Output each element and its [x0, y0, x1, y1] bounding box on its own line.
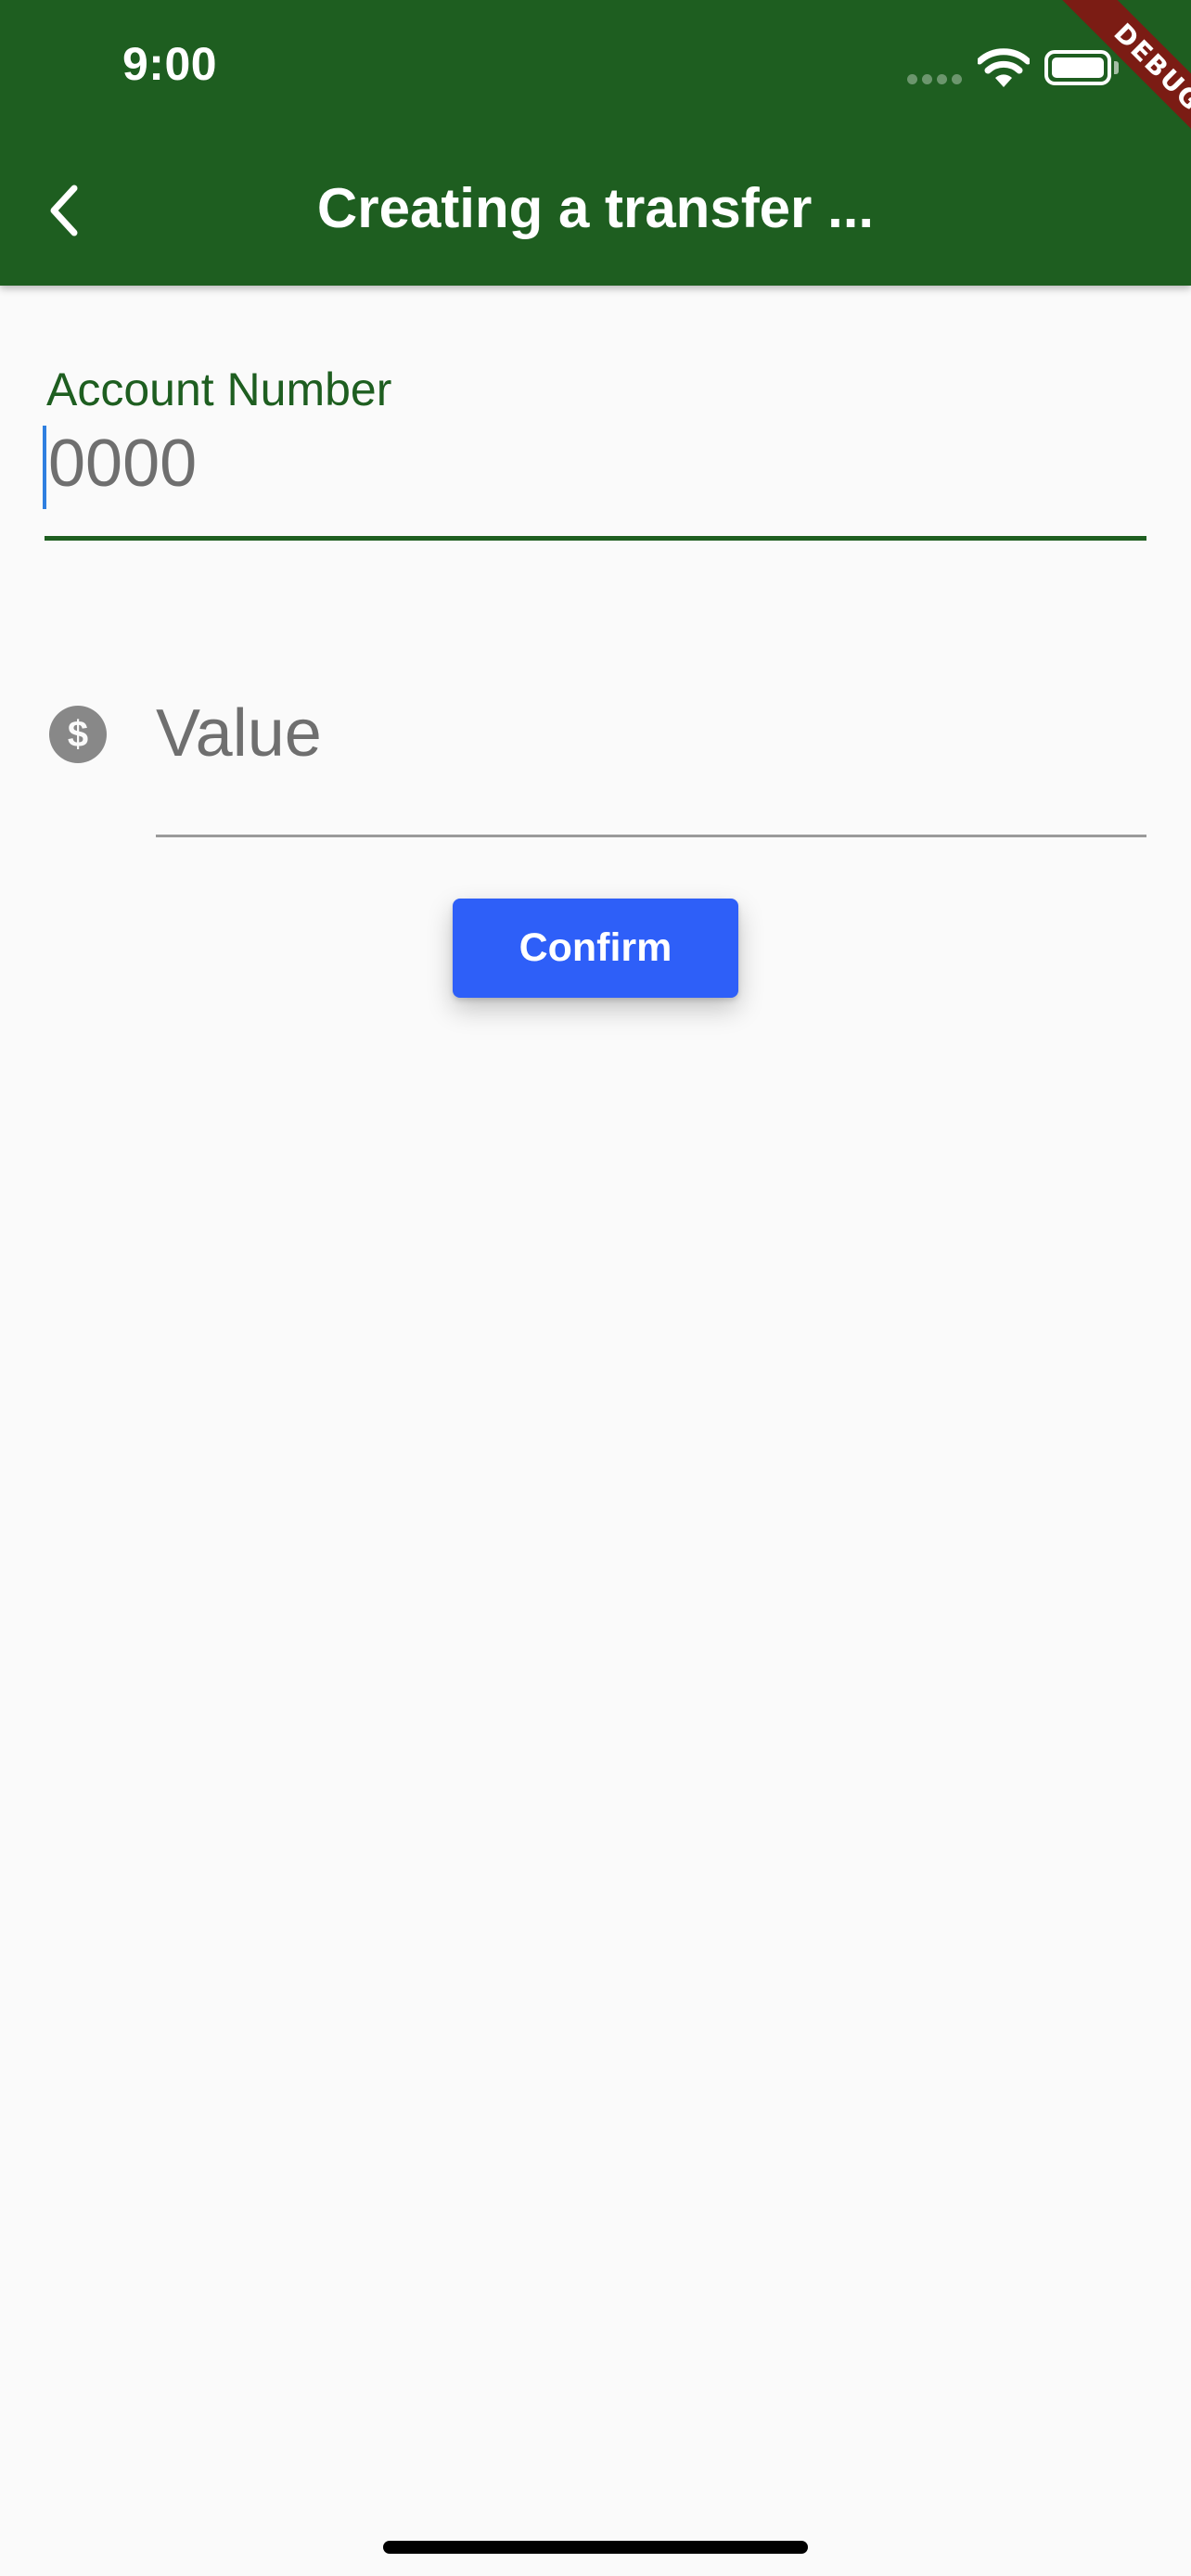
home-indicator [383, 2541, 808, 2554]
wifi-icon [978, 48, 1030, 87]
text-cursor [43, 426, 46, 509]
app-bar: 9:00 Creating a transfer ... DEBUG [0, 0, 1191, 286]
battery-tip [1114, 61, 1119, 74]
account-number-underline [45, 536, 1146, 541]
svg-text:$: $ [68, 714, 88, 755]
cellular-signal-icon [907, 74, 963, 85]
value-underline [156, 835, 1146, 837]
page-title: Creating a transfer ... [316, 177, 875, 239]
account-number-label: Account Number [46, 363, 392, 415]
battery-icon [1044, 50, 1111, 85]
account-number-field: Account Number [45, 357, 1146, 542]
dollar-circle-icon: $ [49, 706, 107, 763]
status-time: 9:00 [122, 38, 218, 90]
account-number-input[interactable] [45, 422, 1146, 505]
confirm-button[interactable]: Confirm [453, 899, 738, 998]
value-input[interactable] [156, 691, 1146, 776]
